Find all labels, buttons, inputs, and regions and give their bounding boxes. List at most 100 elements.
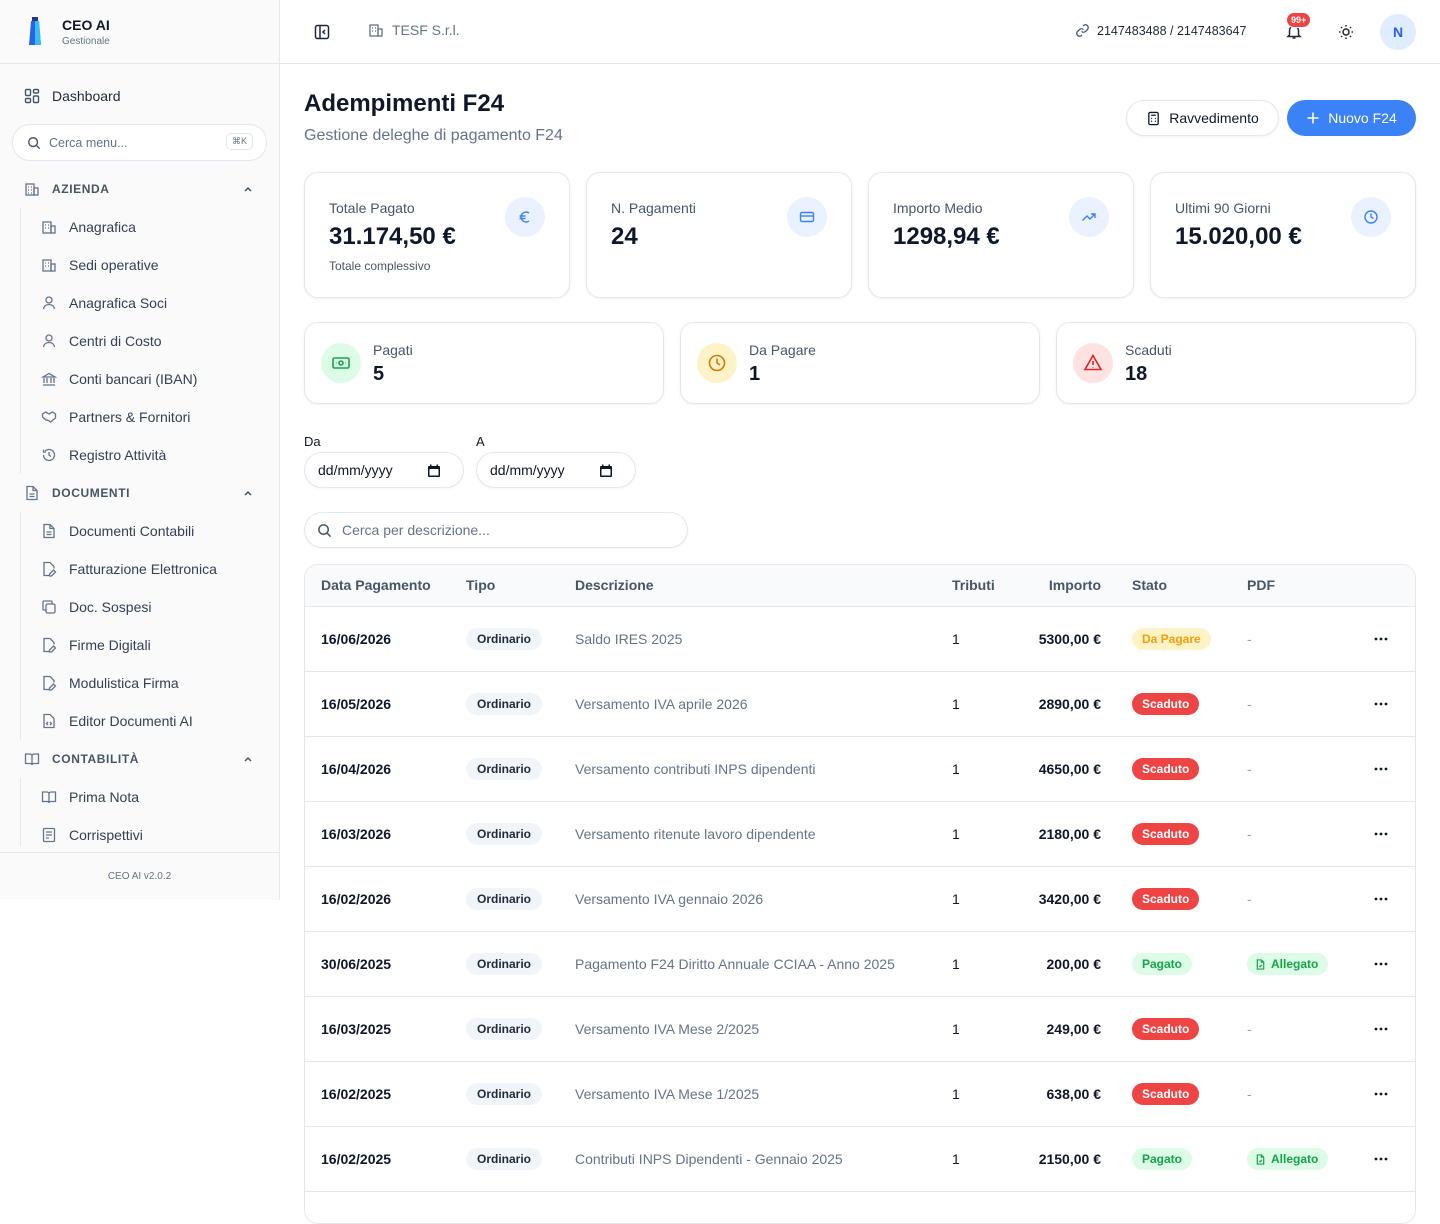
search-icon — [28, 136, 41, 149]
description-search-input[interactable]: Cerca per descrizione... — [304, 512, 688, 548]
sidebar-item-prima-nota[interactable]: Prima Nota — [21, 778, 279, 816]
table-row[interactable]: 16/05/2026 Ordinario Versamento IVA aprile… — [305, 672, 1415, 737]
sun-icon[interactable] — [1337, 23, 1355, 41]
date-to-input[interactable]: dd/mm/yyyy — [476, 452, 636, 488]
cell-date: 16/02/2025 — [321, 1151, 392, 1167]
status-badge: Scaduto — [1132, 1083, 1200, 1105]
user-ids[interactable]: 2147483488 / 2147483647 — [1075, 23, 1246, 38]
euro-icon — [505, 197, 545, 237]
pdf-attachment-badge[interactable]: Allegato — [1247, 953, 1329, 975]
status-card-pagati[interactable]: Pagati 5 — [304, 322, 664, 404]
menu-search-input[interactable]: Cerca menu... ⌘K — [12, 124, 267, 161]
cell-importo: 638,00 € — [1046, 1086, 1102, 1102]
cell-description: Versamento IVA Mese 1/2025 — [575, 1086, 760, 1102]
user-icon — [42, 296, 56, 310]
header-descrizione[interactable]: Descrizione — [575, 577, 654, 593]
sidebar-item-registro[interactable]: Registro Attività — [21, 436, 279, 474]
sidebar-item-centri-costo[interactable]: Centri di Costo — [21, 322, 279, 360]
header-tributi[interactable]: Tributi — [952, 577, 995, 593]
stat-value: 31.174,50 € — [329, 223, 456, 250]
f24-table: Data Pagamento Tipo Descrizione Tributi … — [304, 564, 1416, 1224]
book-icon — [24, 753, 40, 766]
more-actions-icon[interactable] — [1373, 1021, 1389, 1037]
table-row[interactable]: 16/06/2026 Ordinario Saldo IRES 2025 1 5300,… — [305, 607, 1415, 672]
header-pdf[interactable]: PDF — [1247, 577, 1275, 593]
sidebar-item-label: Partners & Fornitori — [69, 409, 191, 425]
building-icon — [42, 259, 56, 272]
sidebar-item-fatturazione[interactable]: Fatturazione Elettronica — [21, 550, 279, 588]
header-stato[interactable]: Stato — [1132, 577, 1167, 593]
sidebar-item-anagrafica[interactable]: Anagrafica — [21, 208, 279, 246]
more-actions-icon[interactable] — [1373, 761, 1389, 777]
cell-importo: 2890,00 € — [1038, 696, 1101, 712]
more-actions-icon[interactable] — [1373, 696, 1389, 712]
section-contabilita[interactable]: CONTABILITÀ — [0, 740, 279, 778]
header-tipo[interactable]: Tipo — [466, 577, 495, 593]
file-icon — [26, 485, 38, 501]
table-row[interactable]: 16/03/2025 Ordinario Versamento IVA Mese 2… — [305, 997, 1415, 1062]
stat-label: N. Pagamenti — [611, 200, 696, 216]
brand[interactable]: CEO AI Gestionale — [0, 0, 279, 64]
more-actions-icon[interactable] — [1373, 1151, 1389, 1167]
tipo-badge: Ordinario — [466, 888, 543, 910]
cell-tributi: 1 — [952, 696, 960, 712]
section-documenti[interactable]: DOCUMENTI — [0, 474, 279, 512]
cell-date: 16/02/2026 — [321, 891, 392, 907]
sidebar-item-sedi[interactable]: Sedi operative — [21, 246, 279, 284]
sidebar-item-documenti-contabili[interactable]: Documenti Contabili — [21, 512, 279, 550]
more-actions-icon[interactable] — [1373, 891, 1389, 907]
sidebar-item-modulistica[interactable]: Modulistica Firma — [21, 664, 279, 702]
status-badge: Scaduto — [1132, 693, 1200, 715]
table-row[interactable]: 16/02/2025 Ordinario Contributi INPS Dipen… — [305, 1127, 1415, 1192]
date-from-input[interactable]: dd/mm/yyyy — [304, 452, 464, 488]
more-actions-icon[interactable] — [1373, 631, 1389, 647]
more-actions-icon[interactable] — [1373, 1086, 1389, 1102]
section-azienda[interactable]: AZIENDA — [0, 170, 279, 208]
sidebar-item-corrispettivi[interactable]: Corrispettivi — [21, 816, 279, 846]
sidebar-item-doc-sospesi[interactable]: Doc. Sospesi — [21, 588, 279, 626]
alert-triangle-icon — [1073, 343, 1113, 383]
page-title: Adempimenti F24 — [304, 90, 505, 117]
cell-importo: 5300,00 € — [1038, 631, 1101, 647]
ravvedimento-button[interactable]: Ravvedimento — [1126, 100, 1279, 136]
sidebar-item-dashboard[interactable]: Dashboard — [24, 82, 121, 110]
sidebar-item-partners[interactable]: Partners & Fornitori — [21, 398, 279, 436]
nuovo-f24-label: Nuovo F24 — [1328, 110, 1397, 126]
avatar[interactable]: N — [1380, 14, 1416, 50]
more-actions-icon[interactable] — [1373, 956, 1389, 972]
status-badge: Da Pagare — [1132, 628, 1211, 650]
tipo-badge: Ordinario — [466, 693, 543, 715]
table-row[interactable]: 16/02/2025 Ordinario Versamento IVA Mese 1… — [305, 1062, 1415, 1127]
status-card-da-pagare[interactable]: Da Pagare 1 — [680, 322, 1040, 404]
sidebar-item-label: Corrispettivi — [69, 827, 143, 843]
cell-description: Saldo IRES 2025 — [575, 631, 683, 647]
table-row[interactable]: 16/02/2026 Ordinario Versamento IVA gennai… — [305, 867, 1415, 932]
sidebar-item-firme[interactable]: Firme Digitali — [21, 626, 279, 664]
table-row[interactable]: 16/04/2026 Ordinario Versamento contributi… — [305, 737, 1415, 802]
company-selector[interactable]: TESF S.r.l. — [368, 22, 460, 38]
table-row[interactable]: 16/03/2026 Ordinario Versamento ritenute l… — [305, 802, 1415, 867]
more-actions-icon[interactable] — [1373, 826, 1389, 842]
status-label: Pagati — [373, 342, 413, 358]
link-icon — [1076, 24, 1089, 37]
status-value: 5 — [373, 363, 385, 385]
app-version: CEO AI v2.0.2 — [0, 852, 279, 900]
ravvedimento-label: Ravvedimento — [1169, 110, 1259, 126]
file-icon — [1256, 958, 1265, 970]
sidebar-toggle-icon[interactable] — [313, 23, 331, 41]
section-title: CONTABILITÀ — [52, 752, 140, 766]
table-row[interactable]: 30/06/2025 Ordinario Pagamento F24 Diritto… — [305, 932, 1415, 997]
header-importo[interactable]: Importo — [1049, 577, 1101, 593]
date-placeholder: dd/mm/yyyy — [490, 462, 565, 478]
sidebar-item-soci[interactable]: Anagrafica Soci — [21, 284, 279, 322]
page-subtitle: Gestione deleghe di pagamento F24 — [304, 127, 563, 144]
status-card-scaduti[interactable]: Scaduti 18 — [1056, 322, 1416, 404]
nuovo-f24-button[interactable]: Nuovo F24 — [1287, 100, 1416, 136]
sidebar-item-editor-ai[interactable]: Editor Documenti AI — [21, 702, 279, 740]
sidebar-item-conti[interactable]: Conti bancari (IBAN) — [21, 360, 279, 398]
user-ids-text: 2147483488 / 2147483647 — [1097, 23, 1247, 38]
cell-importo: 3420,00 € — [1038, 891, 1101, 907]
sidebar-item-label: Sedi operative — [69, 257, 159, 273]
pdf-attachment-badge[interactable]: Allegato — [1247, 1148, 1329, 1170]
header-data[interactable]: Data Pagamento — [321, 577, 431, 593]
